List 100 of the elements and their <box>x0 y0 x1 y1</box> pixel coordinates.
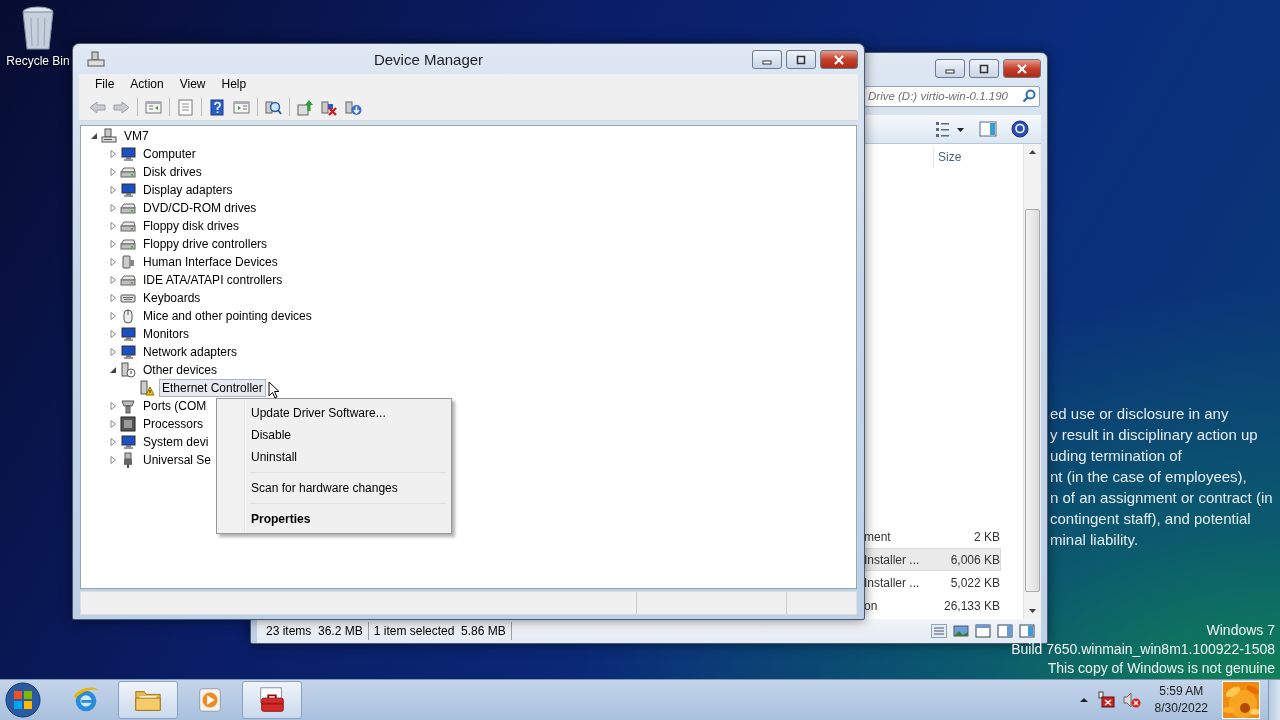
show-desktop-button[interactable] <box>1268 680 1280 720</box>
expand-arrow-icon[interactable] <box>108 438 117 446</box>
search-field[interactable]: Drive (D:) virtio-win-0.1.190 <box>864 85 1040 107</box>
expand-arrow-icon[interactable] <box>108 402 117 410</box>
file-row[interactable]: on 26,133 KB <box>863 594 1001 617</box>
notice-text-line: n of an assignment or contract (in <box>1050 488 1273 508</box>
tree-item[interactable]: IDE ATA/ATAPI controllers <box>140 271 286 289</box>
close-button[interactable] <box>820 50 858 69</box>
window-title: Device Manager <box>372 50 485 68</box>
tree-item[interactable]: Keyboards <box>140 289 204 307</box>
notice-text-line: ed use or disclosure in any <box>1050 404 1230 424</box>
menu-item[interactable]: View <box>171 75 214 93</box>
expand-arrow-icon[interactable] <box>108 258 117 266</box>
expand-arrow-icon[interactable] <box>108 420 117 428</box>
menu-item[interactable]: Update Driver Software... <box>219 402 449 424</box>
notice-text-line: y result in disciplinary action up <box>1050 425 1259 445</box>
expand-arrow-icon[interactable] <box>108 294 117 302</box>
uninstall-icon[interactable] <box>321 98 338 116</box>
menu-item[interactable]: Help <box>213 75 255 93</box>
tree-item[interactable]: Network adapters <box>140 343 241 361</box>
layout-icon[interactable] <box>975 624 991 638</box>
expand-arrow-icon[interactable] <box>108 186 117 194</box>
file-type-cell-text: ment <box>864 529 892 544</box>
tree-item[interactable]: Ports (COM <box>140 397 210 415</box>
collapse-arrow-icon[interactable] <box>89 132 98 140</box>
minimize-button[interactable] <box>935 59 965 78</box>
details-view-icon[interactable] <box>931 624 947 638</box>
minimize-button[interactable] <box>752 50 782 69</box>
expand-arrow-icon[interactable] <box>108 222 117 230</box>
expand-arrow-icon[interactable] <box>108 330 117 338</box>
preview-pane-icon[interactable] <box>979 120 997 138</box>
enable-device-icon[interactable] <box>345 98 362 116</box>
windows-version-text: Build 7650.winmain_win8m1.100922-1508 <box>1011 640 1275 659</box>
drive-icon <box>120 218 136 234</box>
back-arrow-icon[interactable] <box>89 98 106 116</box>
monitor-icon <box>120 182 136 198</box>
menu-item[interactable]: Action <box>122 75 172 93</box>
details-pane-icon[interactable] <box>997 624 1013 638</box>
action-pane-icon[interactable] <box>233 98 250 116</box>
tree-item[interactable]: Universal Se <box>140 451 215 469</box>
tree-item[interactable]: Processors <box>140 415 207 433</box>
file-row[interactable]: Installer ... 5,022 KB <box>863 571 1001 594</box>
view-options-icon[interactable] <box>935 120 965 138</box>
expand-arrow-icon[interactable] <box>108 456 117 464</box>
maximize-button[interactable] <box>786 50 816 69</box>
expand-arrow-icon[interactable] <box>108 312 117 320</box>
tree-item[interactable]: Mice and other pointing devices <box>140 307 315 325</box>
clock[interactable]: 5:59 AM 8/30/2022 <box>1154 683 1208 717</box>
menu-item[interactable]: Uninstall <box>219 446 449 468</box>
close-button[interactable] <box>1003 59 1041 78</box>
monitor-icon <box>120 146 136 162</box>
forward-arrow-icon[interactable] <box>113 98 130 116</box>
tree-item[interactable]: Floppy drive controllers <box>140 235 271 253</box>
console-tree-icon[interactable] <box>145 98 162 116</box>
tree-item[interactable]: Floppy disk drives <box>140 217 243 235</box>
file-size-cell-text: 5,022 KB <box>949 575 1000 590</box>
maximize-button[interactable] <box>969 59 999 78</box>
update-driver-icon[interactable] <box>297 98 314 116</box>
close-icon <box>1016 63 1028 74</box>
tree-item[interactable]: Ethernet Controller <box>159 379 266 397</box>
file-size-cell-text: 26,133 KB <box>942 598 1000 613</box>
expand-arrow-icon[interactable] <box>108 240 117 248</box>
tree-item[interactable]: VM7 <box>121 127 152 145</box>
properties-icon[interactable] <box>177 98 194 116</box>
recycle-bin-label[interactable]: Recycle Bin <box>6 54 70 68</box>
tree-item[interactable]: DVD/CD-ROM drives <box>140 199 260 217</box>
expand-arrow-icon[interactable] <box>108 168 117 176</box>
tree-item[interactable]: Display adapters <box>140 181 236 199</box>
tree-item[interactable]: System devi <box>140 433 212 451</box>
monitor-icon <box>120 344 136 360</box>
tree-item[interactable]: Human Interface Devices <box>140 253 281 271</box>
file-size-cell-text: 6,006 KB <box>949 552 1000 567</box>
speaker-muted-icon[interactable] <box>1122 691 1141 709</box>
column-header[interactable]: Size <box>933 146 1007 168</box>
vertical-scrollbar[interactable] <box>1023 144 1041 619</box>
expand-arrow-icon[interactable] <box>108 150 117 158</box>
drive-icon <box>120 236 136 252</box>
preview-pane-icon[interactable] <box>1019 624 1035 638</box>
menu-item[interactable]: Scan for hardware changes <box>219 477 449 499</box>
network-icon[interactable] <box>1096 691 1115 709</box>
menu-item[interactable]: Disable <box>219 424 449 446</box>
thumbnail-view-icon[interactable] <box>953 624 969 638</box>
taskbar-button[interactable] <box>118 681 178 719</box>
file-row[interactable]: ment 2 KB <box>863 525 1001 548</box>
tree-item[interactable]: Monitors <box>140 325 192 343</box>
menu-item[interactable]: File <box>87 75 123 93</box>
windows-version-text: Windows 7 <box>1206 621 1275 640</box>
expand-arrow-icon[interactable] <box>108 348 117 356</box>
tree-item[interactable]: Disk drives <box>140 163 205 181</box>
tree-item[interactable]: Other devices <box>140 361 221 379</box>
recycle-bin-icon[interactable] <box>21 6 55 52</box>
taskbar-button[interactable] <box>242 681 302 719</box>
file-type-cell-text: on <box>864 598 879 613</box>
menu-item[interactable]: Properties <box>219 508 449 530</box>
expand-arrow-icon[interactable] <box>108 276 117 284</box>
expand-arrow-icon[interactable] <box>108 204 117 212</box>
tree-item[interactable]: Computer <box>140 145 199 163</box>
collapse-arrow-icon[interactable] <box>108 366 117 374</box>
file-row[interactable]: Installer ... 6,006 KB <box>863 548 1001 571</box>
scan-icon[interactable] <box>265 98 282 116</box>
